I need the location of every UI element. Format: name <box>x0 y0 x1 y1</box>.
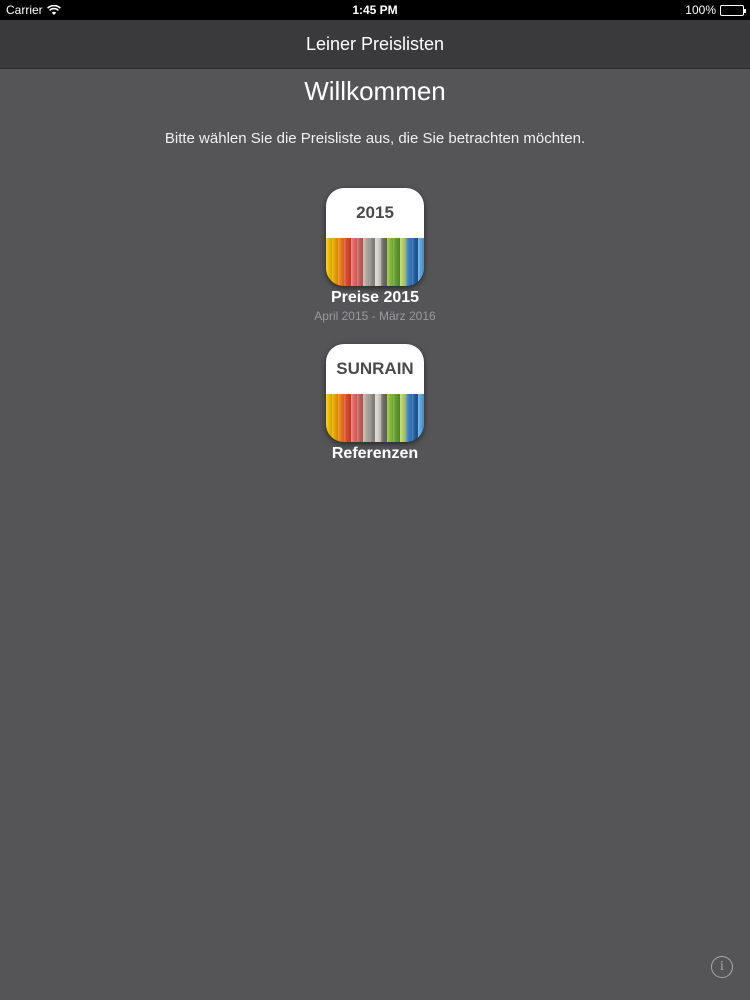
status-battery: 100% <box>685 3 746 17</box>
pricelist-tile-2015[interactable]: 2015 Preise 2015 April 2015 - März 2016 <box>275 188 475 323</box>
battery-percent: 100% <box>685 3 716 17</box>
tile-label[interactable]: Referenzen <box>275 445 475 463</box>
info-icon[interactable]: i <box>711 956 733 978</box>
page-subtitle: Bitte wählen Sie die Preisliste aus, die… <box>164 130 586 147</box>
tile-sublabel: April 2015 - März 2016 <box>314 309 436 323</box>
references-tile[interactable]: SUNRAIN Referenzen <box>275 344 475 463</box>
nav-title: Leiner Preislisten <box>305 34 445 54</box>
tile-icon-text: 2015 <box>326 188 424 238</box>
color-stripes <box>326 238 424 286</box>
page-title: Willkommen <box>304 76 446 106</box>
color-stripes <box>326 394 424 442</box>
battery-icon <box>720 4 746 16</box>
navigation-bar: Leiner Preislisten <box>0 20 750 69</box>
color-stripe <box>417 238 424 286</box>
tile-icon-text: SUNRAIN <box>326 344 424 394</box>
pricelist-2015-icon[interactable]: 2015 <box>326 188 424 286</box>
status-bar: Carrier 1:45 PM 100% <box>0 0 750 20</box>
sunrain-icon[interactable]: SUNRAIN <box>326 344 424 442</box>
tile-label[interactable]: Preise 2015 <box>275 289 475 307</box>
color-stripe <box>417 394 424 442</box>
status-time: 1:45 PM <box>352 3 398 17</box>
